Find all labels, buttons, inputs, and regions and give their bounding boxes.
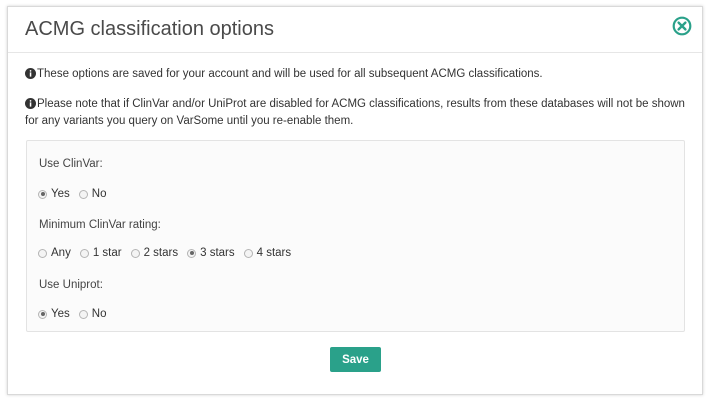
radio-unchecked-icon <box>79 248 89 258</box>
dialog-title: ACMG classification options <box>25 18 274 40</box>
rating-2-stars-radio[interactable]: 2 stars <box>130 247 178 259</box>
radio-unchecked-icon <box>243 248 253 258</box>
radio-checked-icon <box>38 189 47 199</box>
rating-3-stars-radio[interactable]: 3 stars <box>187 247 235 259</box>
use-clinvar-radio-group: Yes No <box>38 186 115 202</box>
radio-checked-icon <box>187 248 197 258</box>
clinvar-no-radio[interactable]: No <box>78 188 106 200</box>
rating-4-stars-radio[interactable]: 4 stars <box>243 247 291 259</box>
acmg-options-dialog: ACMG classification options These option… <box>7 6 703 395</box>
radio-unchecked-icon <box>38 248 47 258</box>
options-panel: Use ClinVar: Yes No Minimum ClinVar rati… <box>26 140 685 332</box>
rating-1-star-radio[interactable]: 1 star <box>79 247 122 259</box>
note-text: Please note that if ClinVar and/or UniPr… <box>25 98 685 127</box>
dialog-header: ACMG classification options <box>8 7 702 53</box>
save-button[interactable]: Save <box>330 347 381 372</box>
rating-any-radio[interactable]: Any <box>38 247 71 259</box>
info-circle-icon <box>25 98 36 109</box>
close-icon[interactable] <box>672 16 692 36</box>
radio-unchecked-icon <box>78 309 88 319</box>
use-uniprot-radio-group: Yes No <box>38 306 115 322</box>
clinvar-rating-radio-group: Any 1 star 2 stars 3 stars 4 stars <box>38 245 300 261</box>
uniprot-yes-radio[interactable]: Yes <box>38 308 70 320</box>
use-uniprot-label: Use Uniprot: <box>39 279 103 291</box>
radio-unchecked-icon <box>130 248 140 258</box>
info-circle-icon <box>25 68 36 79</box>
use-clinvar-label: Use ClinVar: <box>39 158 103 170</box>
clinvar-yes-radio[interactable]: Yes <box>38 188 70 200</box>
radio-unchecked-icon <box>78 189 88 199</box>
database-warning-note: Please note that if ClinVar and/or UniPr… <box>25 96 688 130</box>
note-text: These options are saved for your account… <box>37 68 543 80</box>
clinvar-rating-label: Minimum ClinVar rating: <box>39 219 161 231</box>
account-info-note: These options are saved for your account… <box>25 66 688 83</box>
radio-checked-icon <box>38 309 47 319</box>
uniprot-no-radio[interactable]: No <box>78 308 106 320</box>
